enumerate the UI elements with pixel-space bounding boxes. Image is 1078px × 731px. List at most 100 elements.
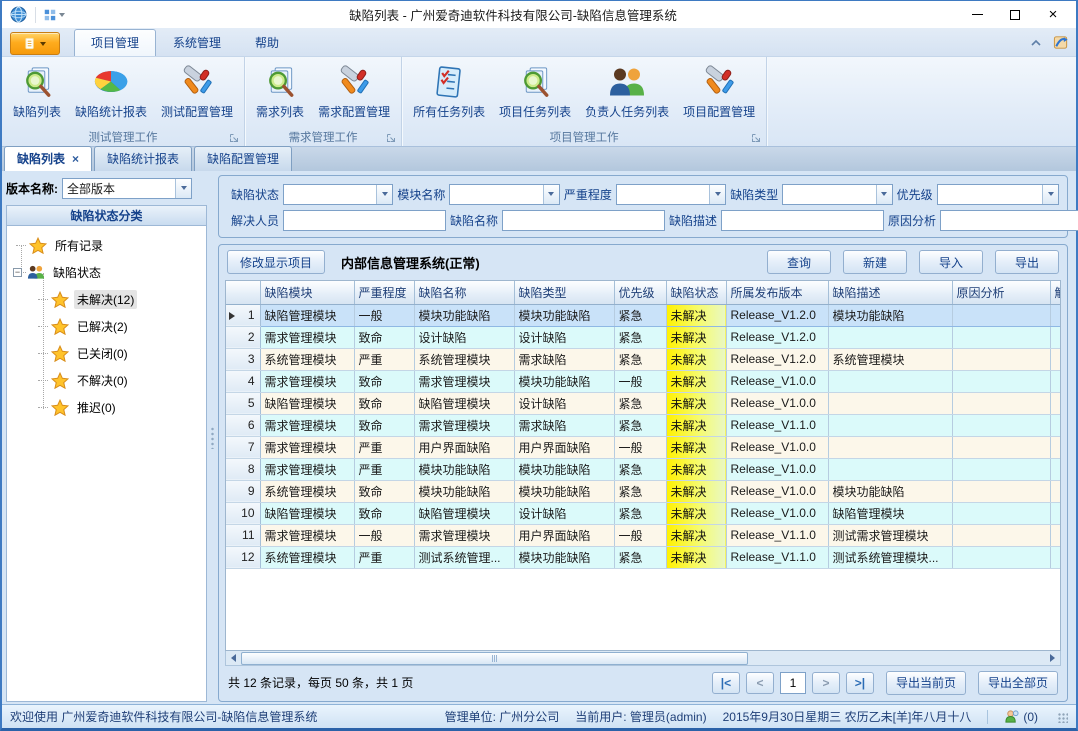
table-cell[interactable]: 紧急	[614, 414, 666, 436]
ribbon-button[interactable]: 需求配置管理	[311, 60, 397, 128]
table-cell[interactable]: 未解决	[666, 546, 726, 568]
table-cell[interactable]: 模块功能缺陷	[828, 304, 952, 326]
table-cell[interactable]	[1050, 348, 1061, 370]
column-header[interactable]: 缺陷状态	[666, 281, 726, 304]
table-cell[interactable]: 缺陷管理模块	[414, 392, 514, 414]
quick-access-toolbar[interactable]	[40, 7, 68, 23]
column-header[interactable]: 所属发布版本	[726, 281, 828, 304]
table-cell[interactable]	[828, 392, 952, 414]
table-cell[interactable]: 需求缺陷	[514, 348, 614, 370]
table-cell[interactable]	[952, 546, 1050, 568]
table-cell[interactable]	[952, 414, 1050, 436]
table-cell[interactable]: 缺陷管理模块	[828, 502, 952, 524]
table-cell[interactable]	[952, 480, 1050, 502]
table-cell[interactable]: 未解决	[666, 480, 726, 502]
row-header[interactable]: 5	[226, 392, 260, 414]
application-menu-button[interactable]	[10, 32, 60, 55]
table-cell[interactable]: 致命	[354, 392, 414, 414]
table-cell[interactable]: 未解决	[666, 326, 726, 348]
ribbon-tab[interactable]: 帮助	[238, 29, 296, 56]
table-cell[interactable]	[952, 436, 1050, 458]
tree-item[interactable]: 推迟(0)	[7, 394, 206, 421]
tree-item[interactable]: 已关闭(0)	[7, 340, 206, 367]
row-header[interactable]: 9	[226, 480, 260, 502]
tree-item[interactable]: −缺陷状态	[7, 259, 206, 286]
row-header[interactable]: 6	[226, 414, 260, 436]
table-cell[interactable]: Release_V1.0.0	[726, 392, 828, 414]
chevron-down-icon[interactable]	[876, 185, 892, 204]
table-cell[interactable]: Release_V1.0.0	[726, 480, 828, 502]
table-cell[interactable]: 致命	[354, 326, 414, 348]
tree-item[interactable]: 不解决(0)	[7, 367, 206, 394]
dialog-launcher-icon[interactable]	[229, 133, 239, 143]
table-cell[interactable]: 一般	[614, 436, 666, 458]
table-cell[interactable]: Release_V1.0.0	[726, 370, 828, 392]
chevron-down-icon[interactable]	[1042, 185, 1058, 204]
table-cell[interactable]: Release_V1.2.0	[726, 326, 828, 348]
chevron-down-icon[interactable]	[709, 185, 725, 204]
table-cell[interactable]: 致命	[354, 370, 414, 392]
table-cell[interactable]	[1050, 414, 1061, 436]
column-header[interactable]: 优先级	[614, 281, 666, 304]
table-cell[interactable]	[1050, 370, 1061, 392]
first-page-button[interactable]: |<	[712, 672, 740, 694]
table-cell[interactable]: 紧急	[614, 348, 666, 370]
table-cell[interactable]	[828, 326, 952, 348]
document-tab[interactable]: 缺陷配置管理	[194, 146, 292, 171]
skin-style-button[interactable]	[1052, 34, 1070, 51]
table-cell[interactable]: 需求管理模块	[260, 414, 354, 436]
table-cell[interactable]: 紧急	[614, 304, 666, 326]
row-header[interactable]: 8	[226, 458, 260, 480]
table-cell[interactable]: 模块功能缺陷	[514, 458, 614, 480]
table-cell[interactable]	[1050, 392, 1061, 414]
close-tab-icon[interactable]: ×	[72, 152, 79, 166]
ribbon-button[interactable]: 项目任务列表	[492, 60, 578, 128]
table-cell[interactable]: 需求管理模块	[414, 414, 514, 436]
filter-input[interactable]	[502, 210, 665, 231]
table-cell[interactable]	[952, 348, 1050, 370]
row-header[interactable]: 7	[226, 436, 260, 458]
column-header[interactable]: 严重程度	[354, 281, 414, 304]
table-cell[interactable]	[952, 304, 1050, 326]
filter-combo[interactable]	[283, 184, 393, 205]
table-cell[interactable]: 缺陷管理模块	[260, 392, 354, 414]
table-row[interactable]: 5缺陷管理模块致命缺陷管理模块设计缺陷紧急未解决Release_V1.0.0	[226, 392, 1061, 414]
table-cell[interactable]: 严重	[354, 348, 414, 370]
table-cell[interactable]: 系统管理模块	[414, 348, 514, 370]
table-cell[interactable]: Release_V1.1.0	[726, 414, 828, 436]
ribbon-tab[interactable]: 项目管理	[74, 29, 156, 56]
table-row[interactable]: 10缺陷管理模块致命缺陷管理模块设计缺陷紧急未解决Release_V1.0.0缺…	[226, 502, 1061, 524]
table-cell[interactable]: 紧急	[614, 458, 666, 480]
toolbar-action-button[interactable]: 导出	[995, 250, 1059, 274]
table-cell[interactable]: Release_V1.1.0	[726, 546, 828, 568]
filter-combo[interactable]	[449, 184, 559, 205]
export-current-page-button[interactable]: 导出当前页	[886, 671, 966, 695]
table-cell[interactable]: 设计缺陷	[514, 326, 614, 348]
dialog-launcher-icon[interactable]	[386, 133, 396, 143]
table-cell[interactable]	[1050, 304, 1061, 326]
table-cell[interactable]	[952, 392, 1050, 414]
table-cell[interactable]: 测试系统管理模块...	[828, 546, 952, 568]
table-cell[interactable]: 未解决	[666, 304, 726, 326]
table-cell[interactable]: 模块功能缺陷	[514, 480, 614, 502]
table-cell[interactable]	[952, 326, 1050, 348]
table-cell[interactable]: Release_V1.1.0	[726, 524, 828, 546]
table-cell[interactable]: Release_V1.2.0	[726, 348, 828, 370]
dialog-launcher-icon[interactable]	[751, 133, 761, 143]
table-cell[interactable]: 设计缺陷	[514, 392, 614, 414]
table-cell[interactable]: 致命	[354, 414, 414, 436]
next-page-button[interactable]: >	[812, 672, 840, 694]
last-page-button[interactable]: >|	[846, 672, 874, 694]
row-header[interactable]: 2	[226, 326, 260, 348]
table-cell[interactable]: 缺陷管理模块	[260, 502, 354, 524]
table-cell[interactable]: 未解决	[666, 370, 726, 392]
table-cell[interactable]: 模块功能缺陷	[828, 480, 952, 502]
table-cell[interactable]: 紧急	[614, 392, 666, 414]
collapse-expander-icon[interactable]: −	[13, 268, 22, 277]
tree-item[interactable]: 所有记录	[7, 232, 206, 259]
scrollbar-track[interactable]	[241, 652, 1045, 665]
page-number-input[interactable]	[780, 672, 806, 694]
column-header[interactable]: 缺陷模块	[260, 281, 354, 304]
scroll-right-button[interactable]	[1045, 652, 1060, 665]
ribbon-button[interactable]: 缺陷列表	[6, 60, 68, 128]
